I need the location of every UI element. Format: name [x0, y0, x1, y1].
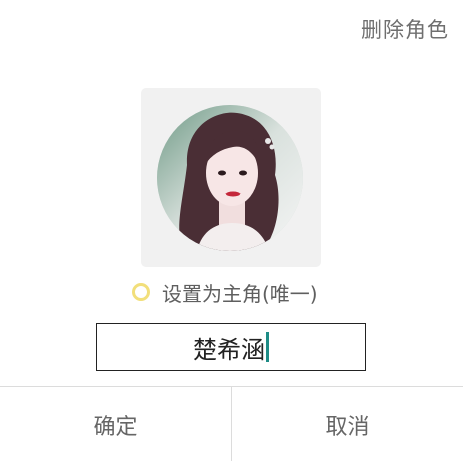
- role-name-value: 楚希涵: [193, 335, 265, 364]
- avatar-image: [157, 105, 303, 251]
- dialog-footer: 确定 取消: [0, 386, 463, 461]
- avatar[interactable]: [157, 105, 303, 251]
- edit-role-dialog: 删除角色 设置为主角(唯一) 楚希涵 确定 取消: [0, 0, 463, 461]
- confirm-button[interactable]: 确定: [0, 387, 231, 461]
- text-caret: [266, 332, 269, 362]
- radio-circle-icon[interactable]: [132, 283, 150, 301]
- avatar-container[interactable]: [141, 88, 321, 267]
- set-main-role-label: 设置为主角(唯一): [162, 281, 318, 306]
- delete-role-button[interactable]: 删除角色: [361, 14, 449, 44]
- role-name-input[interactable]: 楚希涵: [96, 323, 366, 371]
- set-main-role-option[interactable]: 设置为主角(唯一): [132, 279, 318, 306]
- cancel-button[interactable]: 取消: [231, 387, 463, 461]
